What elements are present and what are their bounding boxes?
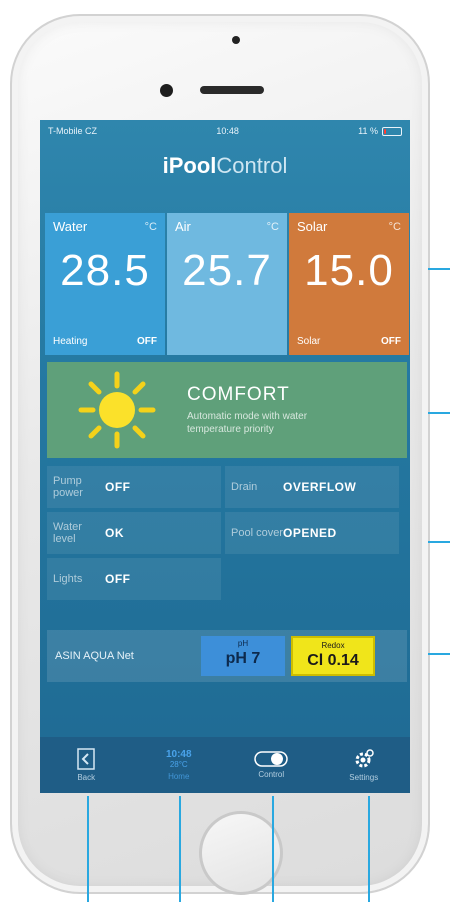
heating-status: OFF — [137, 336, 157, 347]
pool-cover-value: OPENED — [283, 526, 337, 540]
tab-settings-label: Settings — [349, 773, 379, 782]
heating-label: Heating — [53, 336, 88, 347]
air-label: Air — [175, 219, 191, 234]
pump-power-cell[interactable]: Pump power OFF — [47, 466, 221, 508]
tab-home-temp: 28°C — [169, 760, 188, 769]
drain-label: Drain — [231, 481, 258, 493]
tab-back-label: Back — [77, 773, 96, 782]
callout-line-tiles — [428, 268, 450, 270]
ph-probe[interactable]: pH pH 7 — [201, 636, 285, 676]
pool-cover-label: Pool cover — [231, 527, 283, 539]
ph-value: pH 7 — [225, 650, 261, 667]
tab-bar: Back 10:48 28°C Home Control Settings — [40, 737, 410, 793]
front-camera-icon — [160, 84, 173, 97]
temperature-tiles: Water °C 28.5 Heating OFF Air °C 25.7 So… — [45, 213, 409, 355]
callout-line-comfort — [428, 412, 450, 414]
pump-power-label: Pump power — [53, 475, 83, 499]
gear-icon — [355, 749, 374, 768]
carrier-label: T-Mobile CZ — [48, 126, 98, 136]
air-temperature: 25.7 — [182, 246, 272, 295]
air-unit: °C — [266, 221, 279, 233]
battery-icon — [382, 126, 402, 136]
solar-unit: °C — [388, 221, 401, 233]
status-grid: Pump power OFF Drain OVERFLOW Water leve… — [47, 466, 407, 604]
solar-heating-label: Solar — [297, 336, 321, 347]
comfort-title: COMFORT — [187, 384, 290, 405]
redox-probe[interactable]: Redox Cl 0.14 — [291, 636, 375, 676]
status-right: 11 % — [358, 126, 402, 136]
home-button[interactable] — [199, 811, 283, 895]
lights-cell[interactable]: Lights OFF — [47, 558, 221, 600]
tab-home-time: 10:48 — [165, 749, 192, 760]
top-sensor — [232, 36, 240, 44]
callout-line-tab-control — [272, 796, 274, 902]
water-unit: °C — [144, 221, 157, 233]
tab-settings[interactable]: Settings — [324, 739, 404, 791]
callout-line-probes — [428, 653, 450, 655]
redox-value: Cl 0.14 — [307, 652, 359, 669]
toggle-icon — [254, 751, 288, 767]
pump-power-value: OFF — [105, 480, 131, 494]
solar-status: OFF — [381, 336, 401, 347]
probe-device-name: ASIN AQUA Net — [55, 650, 134, 662]
water-tile[interactable]: Water °C 28.5 Heating OFF — [45, 213, 165, 355]
redox-label: Redox — [321, 641, 345, 650]
solar-tile[interactable]: Solar °C 15.0 Solar OFF — [289, 213, 409, 355]
drain-value: OVERFLOW — [283, 480, 357, 494]
tab-home[interactable]: 10:48 28°C Home — [139, 739, 219, 791]
app-title: iPoolControl — [40, 142, 410, 194]
callout-line-tab-settings — [368, 796, 370, 902]
air-tile[interactable]: Air °C 25.7 — [167, 213, 287, 355]
water-level-value: OK — [105, 526, 124, 540]
comfort-mode-panel[interactable]: COMFORT Automatic mode with water temper… — [47, 362, 407, 458]
tab-control-label: Control — [258, 770, 285, 779]
water-temperature: 28.5 — [60, 246, 150, 295]
comfort-text: COMFORT Automatic mode with water temper… — [187, 384, 357, 436]
comfort-description: Automatic mode with water temperature pr… — [187, 411, 308, 435]
clock: 10:48 — [216, 126, 239, 136]
drain-cell[interactable]: Drain OVERFLOW — [225, 466, 399, 508]
app-screen: T-Mobile CZ 10:48 11 % iPoolControl Wate… — [40, 120, 410, 793]
pool-cover-cell[interactable]: Pool cover OPENED — [225, 512, 399, 554]
callout-line-status — [428, 541, 450, 543]
status-bar: T-Mobile CZ 10:48 11 % — [40, 120, 410, 142]
lights-label: Lights — [53, 573, 83, 585]
water-label: Water — [53, 219, 88, 234]
tab-control[interactable]: Control — [231, 739, 311, 791]
ph-label: pH — [237, 639, 249, 648]
tab-back[interactable]: Back — [46, 739, 126, 791]
tab-home-label: Home — [168, 772, 190, 781]
solar-label: Solar — [297, 219, 328, 234]
earpiece-speaker — [200, 86, 264, 94]
water-footer: Heating OFF — [53, 336, 157, 347]
water-chemistry-panel: ASIN AQUA Net pH pH 7 Redox Cl 0.14 — [47, 630, 407, 682]
callout-line-tab-home — [179, 796, 181, 902]
battery-percent: 11 % — [358, 126, 378, 136]
app-title-bold: iPool — [162, 153, 217, 178]
back-arrow-icon — [77, 748, 95, 770]
sun-icon — [47, 362, 187, 458]
solar-temperature: 15.0 — [304, 246, 394, 295]
empty-cell — [225, 558, 399, 600]
water-level-cell[interactable]: Water level OK — [47, 512, 221, 554]
callout-line-tab-back — [87, 796, 89, 902]
app-title-light: Control — [216, 153, 288, 178]
lights-value: OFF — [105, 572, 131, 586]
water-level-label: Water level — [53, 521, 82, 545]
solar-footer: Solar OFF — [297, 336, 401, 347]
